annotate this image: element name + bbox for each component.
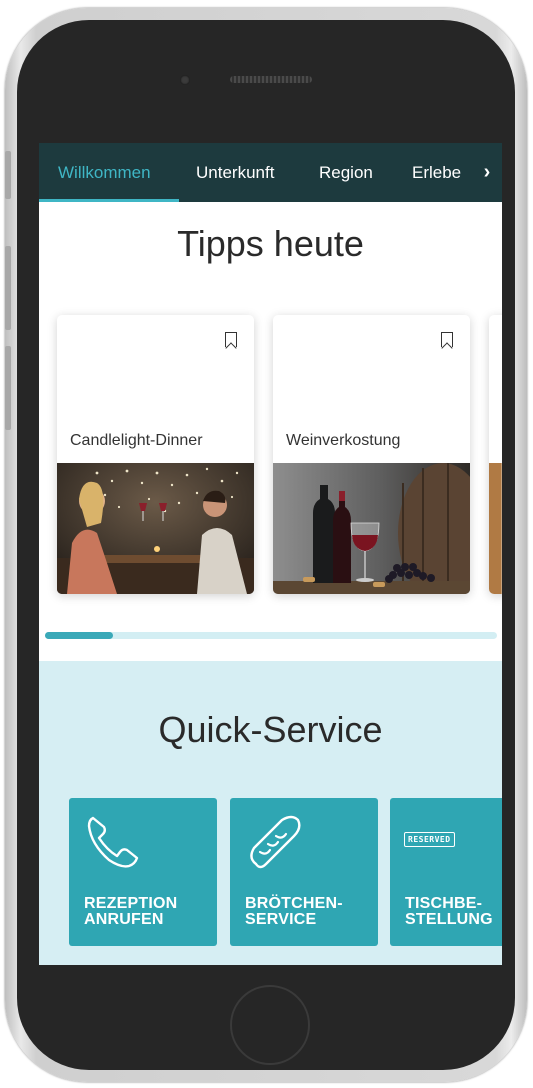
tab-unterkunft[interactable]: Unterkunft bbox=[196, 163, 274, 183]
tip-card-title: Weinverkostung bbox=[286, 432, 401, 449]
quick-service-label-line: ANRUFEN bbox=[84, 911, 164, 928]
quick-service-section: Quick-Service REZEPTION ANRUFEN BRÖTCHEN… bbox=[39, 661, 502, 965]
bookmark-icon[interactable] bbox=[225, 332, 237, 347]
tip-card[interactable]: Candlelight-Dinner bbox=[57, 315, 254, 594]
bread-icon bbox=[250, 815, 301, 869]
quick-service-tile-bread[interactable]: BRÖTCHEN- SERVICE bbox=[230, 798, 378, 946]
volume-down-button bbox=[5, 346, 11, 430]
earpiece-speaker bbox=[230, 76, 312, 83]
volume-up-button bbox=[5, 246, 11, 330]
quick-service-label: BRÖTCHEN- SERVICE bbox=[245, 896, 378, 928]
tab-erlebe[interactable]: Erlebe bbox=[412, 163, 461, 183]
quick-service-label: TISCHBE- STELLUNG bbox=[405, 896, 502, 928]
tip-card-title: Candlelight-Dinner bbox=[70, 432, 203, 449]
quick-service-label-line: BRÖTCHEN- bbox=[245, 895, 343, 912]
quick-service-label-line: SERVICE bbox=[245, 911, 317, 928]
top-navigation: Willkommen Unterkunft Region Erlebe › bbox=[39, 143, 502, 202]
quick-service-label-line: STELLUNG bbox=[405, 911, 493, 928]
candlelight-dinner-photo bbox=[57, 463, 254, 594]
chevron-right-icon[interactable]: › bbox=[472, 143, 502, 202]
mute-switch bbox=[5, 151, 11, 199]
tips-title: Tipps heute bbox=[177, 223, 364, 264]
tips-carousel[interactable]: Candlelight-Dinner Weinverkostung bbox=[57, 315, 502, 595]
carousel-scrollbar-thumb[interactable] bbox=[45, 632, 113, 639]
quick-service-title: Quick-Service bbox=[158, 709, 383, 750]
home-button[interactable] bbox=[230, 985, 310, 1065]
phone-icon bbox=[87, 816, 139, 868]
active-tab-indicator bbox=[39, 199, 179, 202]
quick-service-label-line: REZEPTION bbox=[84, 895, 178, 912]
quick-service-tile-table-reservation[interactable]: RESERVED TISCHBE- STELLUNG bbox=[390, 798, 502, 946]
tab-region[interactable]: Region bbox=[319, 163, 373, 183]
wine-tasting-photo bbox=[273, 463, 470, 594]
reserved-sign-icon: RESERVED bbox=[404, 832, 455, 847]
bookmark-icon[interactable] bbox=[441, 332, 453, 347]
quick-service-label: REZEPTION ANRUFEN bbox=[84, 896, 217, 928]
carousel-scrollbar[interactable] bbox=[45, 632, 497, 639]
quick-service-tile-reception[interactable]: REZEPTION ANRUFEN bbox=[69, 798, 217, 946]
app-screen: Willkommen Unterkunft Region Erlebe › Ti… bbox=[39, 143, 502, 965]
front-camera bbox=[180, 75, 190, 85]
quick-service-label-line: TISCHBE- bbox=[405, 895, 483, 912]
tab-willkommen[interactable]: Willkommen bbox=[58, 163, 151, 183]
tip-card[interactable] bbox=[489, 315, 502, 594]
tip-card[interactable]: Weinverkostung bbox=[273, 315, 470, 594]
tip-card-photo bbox=[489, 463, 502, 594]
